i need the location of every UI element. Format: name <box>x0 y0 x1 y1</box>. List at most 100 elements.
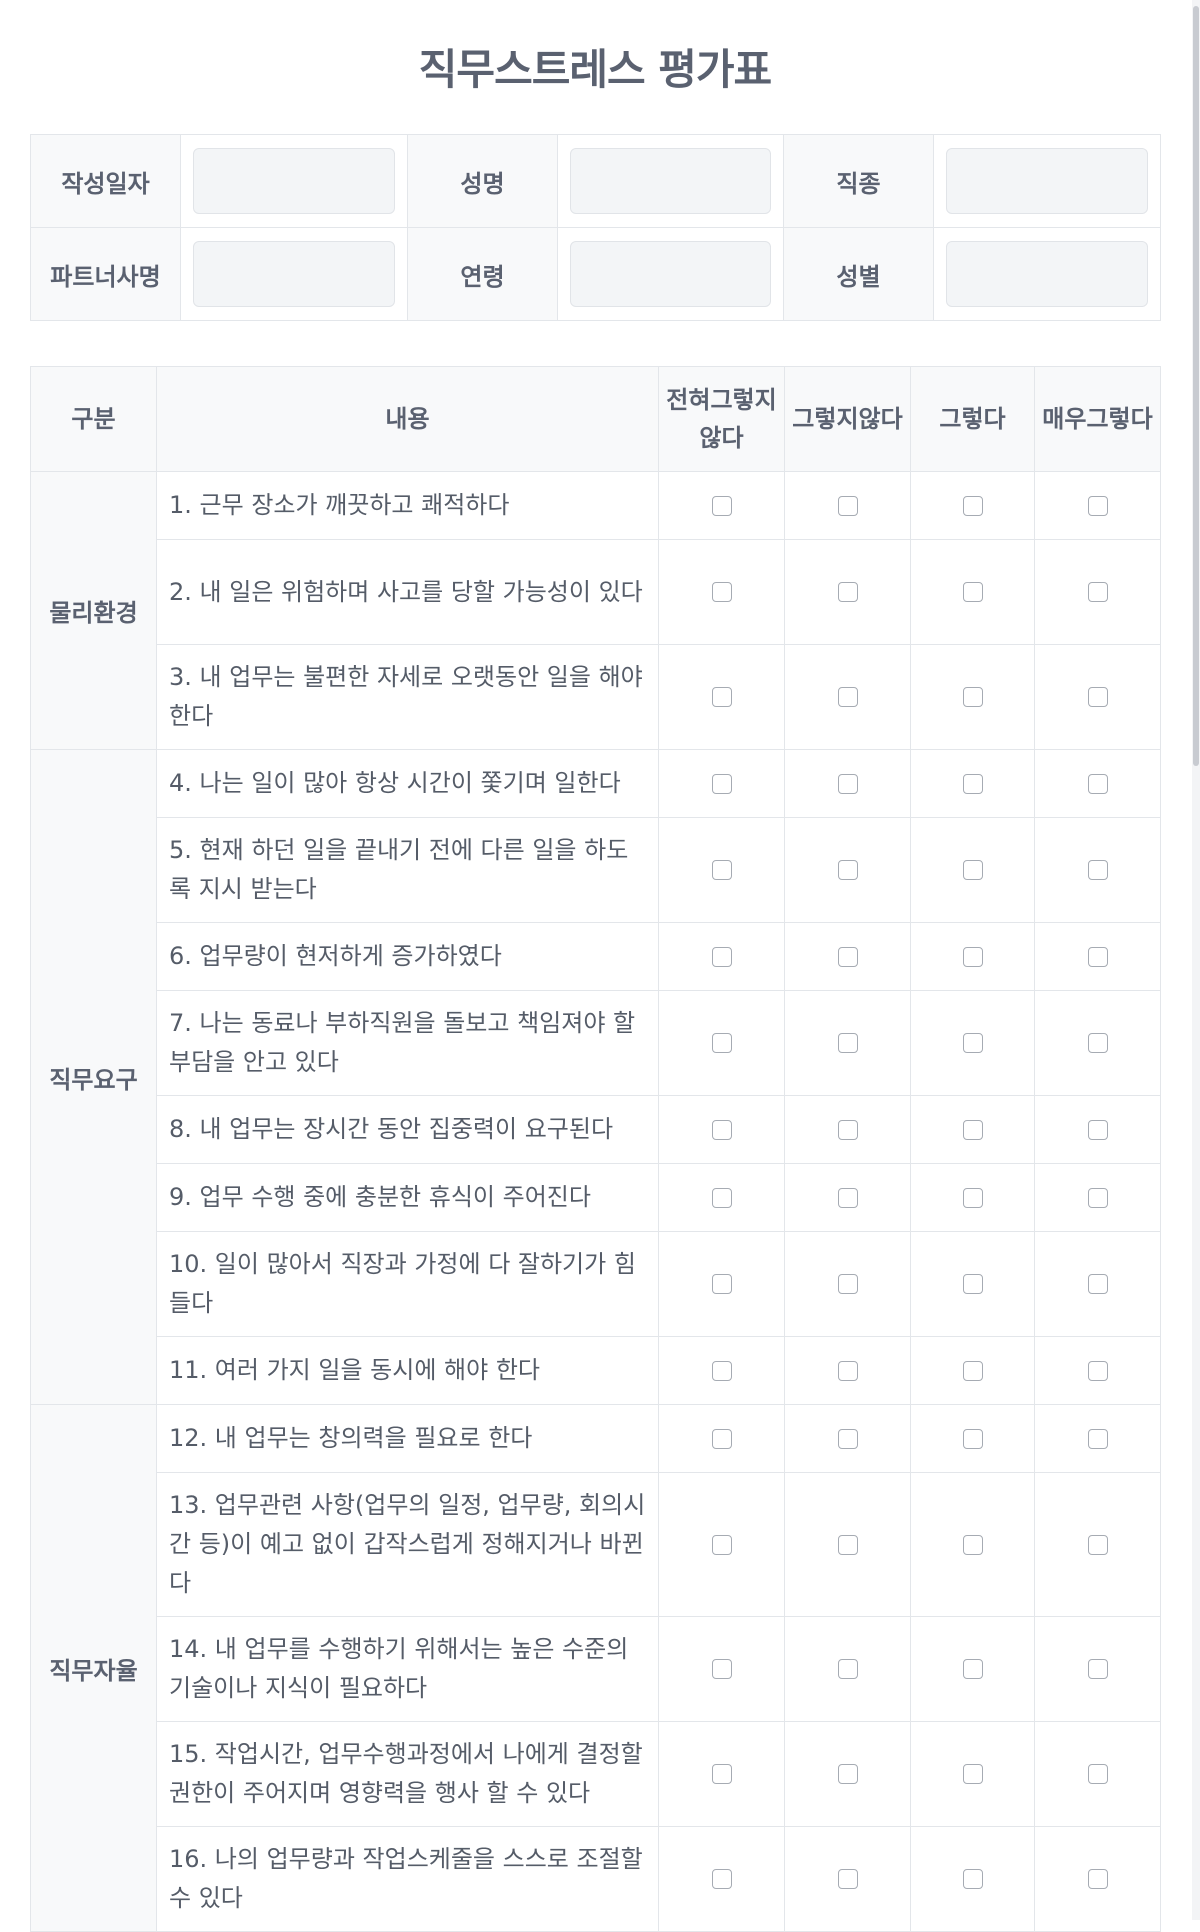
survey-table: 구분 내용 전혀그렇지않다 그렇지않다 그렇다 매우그렇다 물리환경 1. 근무 … <box>30 366 1161 1932</box>
checkbox-agree[interactable] <box>962 1659 983 1680</box>
checkbox-agree[interactable] <box>962 495 983 516</box>
checkbox-strongly-disagree[interactable] <box>711 1534 732 1555</box>
question-text: 8. 내 업무는 장시간 동안 집중력이 요구된다 <box>156 1095 659 1164</box>
header-content: 내용 <box>156 366 659 472</box>
checkbox-strongly-disagree[interactable] <box>711 495 732 516</box>
checkbox-disagree[interactable] <box>837 1187 858 1208</box>
question-text: 14. 내 업무를 수행하기 위해서는 높은 수준의 기술이나 지식이 필요하다 <box>156 1616 659 1722</box>
checkbox-agree[interactable] <box>962 1360 983 1381</box>
checkbox-strongly-agree[interactable] <box>1087 1764 1108 1785</box>
option-cell <box>910 922 1035 991</box>
table-row: 직무요구 4. 나는 일이 많아 항상 시간이 쫓기며 일한다 <box>30 749 1161 1405</box>
checkbox-strongly-agree[interactable] <box>1087 773 1108 794</box>
write-date-cell <box>180 134 408 228</box>
option-cell <box>658 1616 785 1722</box>
checkbox-strongly-disagree[interactable] <box>711 582 732 603</box>
job-type-input[interactable] <box>946 148 1148 214</box>
checkbox-agree[interactable] <box>962 1119 983 1140</box>
scrollbar-thumb[interactable] <box>1193 6 1199 766</box>
checkbox-strongly-disagree[interactable] <box>711 687 732 708</box>
write-date-input[interactable] <box>193 148 395 214</box>
option-cell <box>1034 471 1161 540</box>
checkbox-disagree[interactable] <box>837 1764 858 1785</box>
option-cell <box>1034 817 1161 923</box>
checkbox-agree[interactable] <box>962 1033 983 1054</box>
checkbox-agree[interactable] <box>962 1534 983 1555</box>
checkbox-disagree[interactable] <box>837 773 858 794</box>
checkbox-strongly-disagree[interactable] <box>711 1187 732 1208</box>
option-cell <box>658 539 785 645</box>
checkbox-disagree[interactable] <box>837 1119 858 1140</box>
checkbox-strongly-agree[interactable] <box>1087 1360 1108 1381</box>
checkbox-strongly-disagree[interactable] <box>711 946 732 967</box>
checkbox-strongly-agree[interactable] <box>1087 860 1108 881</box>
question-text: 7. 나는 동료나 부하직원을 돌보고 책임져야 할 부담을 안고 있다 <box>156 990 659 1096</box>
checkbox-strongly-agree[interactable] <box>1087 495 1108 516</box>
scrollbar-track[interactable] <box>1192 0 1200 1920</box>
label-write-date: 작성일자 <box>30 134 181 228</box>
checkbox-strongly-disagree[interactable] <box>711 773 732 794</box>
checkbox-strongly-disagree[interactable] <box>711 860 732 881</box>
checkbox-strongly-agree[interactable] <box>1087 1428 1108 1449</box>
question-text: 1. 근무 장소가 깨끗하고 쾌적하다 <box>156 471 659 540</box>
question-text: 3. 내 업무는 불편한 자세로 오랫동안 일을 해야 한다 <box>156 644 659 750</box>
checkbox-disagree[interactable] <box>837 1033 858 1054</box>
checkbox-agree[interactable] <box>962 1764 983 1785</box>
checkbox-agree[interactable] <box>962 1869 983 1890</box>
checkbox-strongly-disagree[interactable] <box>711 1033 732 1054</box>
checkbox-strongly-agree[interactable] <box>1087 1033 1108 1054</box>
option-cell <box>1034 922 1161 991</box>
checkbox-strongly-agree[interactable] <box>1087 1869 1108 1890</box>
checkbox-strongly-agree[interactable] <box>1087 1187 1108 1208</box>
checkbox-disagree[interactable] <box>837 582 858 603</box>
option-cell <box>910 644 1035 750</box>
checkbox-disagree[interactable] <box>837 1274 858 1295</box>
age-input[interactable] <box>570 241 771 307</box>
checkbox-strongly-disagree[interactable] <box>711 1659 732 1680</box>
checkbox-agree[interactable] <box>962 946 983 967</box>
question-text: 15. 작업시간, 업무수행과정에서 나에게 결정할 권한이 주어지며 영향력을… <box>156 1721 659 1827</box>
option-cell <box>784 1616 911 1722</box>
checkbox-strongly-agree[interactable] <box>1087 1119 1108 1140</box>
info-row: 작성일자 성명 직종 <box>30 134 1161 228</box>
checkbox-disagree[interactable] <box>837 1659 858 1680</box>
checkbox-disagree[interactable] <box>837 1428 858 1449</box>
checkbox-strongly-disagree[interactable] <box>711 1360 732 1381</box>
checkbox-agree[interactable] <box>962 582 983 603</box>
partner-company-input[interactable] <box>193 241 395 307</box>
checkbox-strongly-agree[interactable] <box>1087 582 1108 603</box>
checkbox-strongly-disagree[interactable] <box>711 1764 732 1785</box>
checkbox-agree[interactable] <box>962 687 983 708</box>
option-cell <box>658 1826 785 1932</box>
table-row: 직무자율 12. 내 업무는 창의력을 필요로 한다 <box>30 1404 1161 1932</box>
checkbox-disagree[interactable] <box>837 1534 858 1555</box>
checkbox-disagree[interactable] <box>837 860 858 881</box>
checkbox-disagree[interactable] <box>837 1869 858 1890</box>
checkbox-disagree[interactable] <box>837 495 858 516</box>
label-name: 성명 <box>407 134 558 228</box>
checkbox-strongly-agree[interactable] <box>1087 1534 1108 1555</box>
checkbox-strongly-agree[interactable] <box>1087 1274 1108 1295</box>
option-cell <box>910 471 1035 540</box>
checkbox-agree[interactable] <box>962 860 983 881</box>
gender-input[interactable] <box>946 241 1148 307</box>
checkbox-agree[interactable] <box>962 1274 983 1295</box>
checkbox-agree[interactable] <box>962 773 983 794</box>
checkbox-strongly-agree[interactable] <box>1087 687 1108 708</box>
checkbox-strongly-disagree[interactable] <box>711 1119 732 1140</box>
checkbox-disagree[interactable] <box>837 1360 858 1381</box>
checkbox-strongly-agree[interactable] <box>1087 946 1108 967</box>
checkbox-disagree[interactable] <box>837 687 858 708</box>
category-cell: 직무자율 <box>30 1404 157 1932</box>
checkbox-strongly-disagree[interactable] <box>711 1428 732 1449</box>
checkbox-agree[interactable] <box>962 1428 983 1449</box>
option-cell <box>784 990 911 1096</box>
checkbox-agree[interactable] <box>962 1187 983 1208</box>
checkbox-strongly-disagree[interactable] <box>711 1274 732 1295</box>
question-text: 5. 현재 하던 일을 끝내기 전에 다른 일을 하도록 지시 받는다 <box>156 817 659 923</box>
checkbox-strongly-agree[interactable] <box>1087 1659 1108 1680</box>
name-input[interactable] <box>570 148 771 214</box>
table-row: 11. 여러 가지 일을 동시에 해야 한다 <box>31 1336 1161 1405</box>
checkbox-strongly-disagree[interactable] <box>711 1869 732 1890</box>
checkbox-disagree[interactable] <box>837 946 858 967</box>
